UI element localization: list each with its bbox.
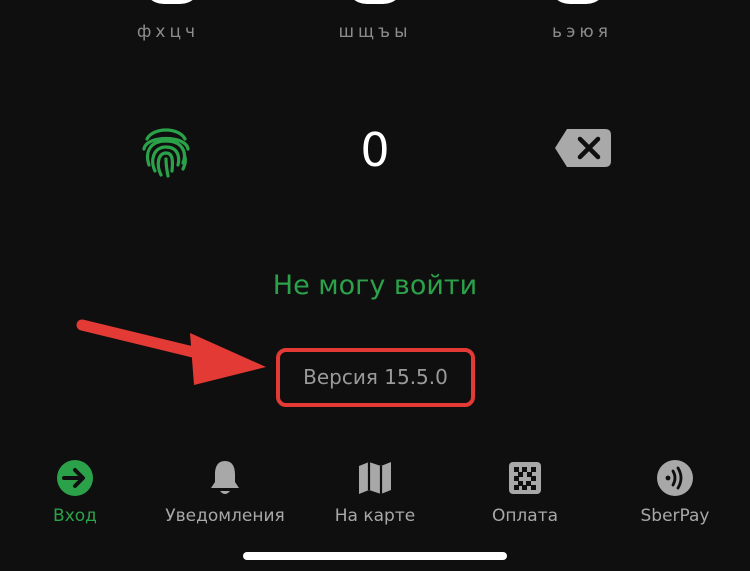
digit-8-letters: шщъы bbox=[338, 22, 412, 42]
fingerprint-button[interactable] bbox=[137, 121, 195, 179]
digit-9-letters: ьэюя bbox=[552, 22, 612, 42]
tab-payment[interactable]: Оплата bbox=[450, 452, 600, 542]
tab-sberpay-label: SberPay bbox=[640, 506, 710, 526]
login-screen: фхцч шщъы ьэюя 0 Не могу войти Версия 15… bbox=[0, 0, 750, 571]
digit-key-8-partial[interactable] bbox=[345, 0, 405, 4]
tab-notifications-label: Уведомления bbox=[165, 506, 285, 526]
backspace-button[interactable] bbox=[553, 127, 613, 169]
tab-sberpay[interactable]: SberPay bbox=[600, 452, 750, 542]
bottom-tab-bar: Вход Уведомления На карте Оплата SberPay bbox=[0, 452, 750, 542]
map-icon bbox=[359, 462, 391, 494]
cant-login-link[interactable]: Не могу войти bbox=[0, 270, 750, 301]
tab-map[interactable]: На карте bbox=[300, 452, 450, 542]
bell-icon bbox=[211, 461, 239, 494]
backspace-icon bbox=[555, 129, 611, 167]
enter-icon bbox=[57, 460, 93, 496]
tab-enter[interactable]: Вход bbox=[0, 452, 150, 542]
tab-notifications[interactable]: Уведомления bbox=[150, 452, 300, 542]
digit-key-7-partial[interactable] bbox=[142, 0, 202, 4]
tab-map-label: На карте bbox=[334, 506, 416, 526]
annotation-arrow-icon bbox=[76, 319, 266, 385]
version-highlight-box bbox=[276, 348, 475, 407]
digit-key-0[interactable]: 0 bbox=[330, 112, 420, 188]
home-indicator[interactable] bbox=[243, 552, 507, 560]
tab-payment-label: Оплата bbox=[491, 506, 559, 526]
digit-7-letters: фхцч bbox=[136, 22, 200, 42]
tab-enter-label: Вход bbox=[53, 506, 97, 526]
fingerprint-icon bbox=[142, 128, 190, 178]
qr-code-icon bbox=[509, 462, 541, 494]
contactless-icon bbox=[657, 460, 693, 496]
digit-key-9-partial[interactable] bbox=[548, 0, 608, 4]
